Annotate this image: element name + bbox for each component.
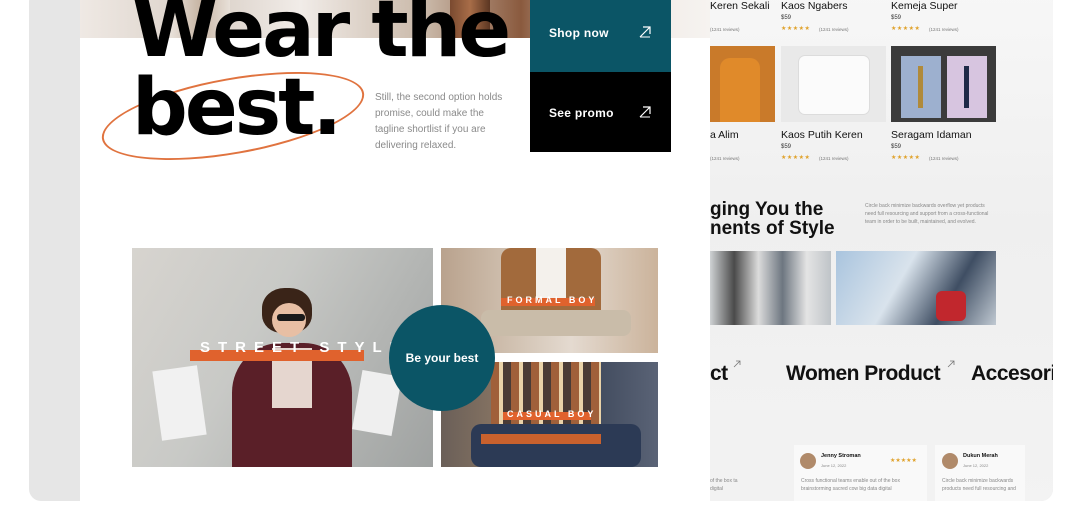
arrow-up-right-icon — [947, 360, 955, 368]
testimonial-stars: ★★★★★ — [890, 458, 917, 464]
style-section-description: Circle back minimize backwards overflow … — [865, 203, 989, 225]
product-reviews: (1241 reviews) — [819, 156, 849, 161]
product-reviews: (1241 reviews) — [929, 27, 959, 32]
shop-now-button[interactable]: Shop now — [530, 0, 671, 72]
hero-tagline: Still, the second option holds promise, … — [375, 92, 503, 151]
product-reviews: (1241 reviews) — [819, 27, 849, 32]
hero-card: Wear the best. Still, the second option … — [80, 0, 710, 501]
orange-stool — [481, 434, 601, 444]
see-promo-label: See promo — [549, 106, 614, 120]
model-sitting-photo[interactable] — [836, 251, 996, 325]
product-stars: ★★★★★ — [891, 155, 921, 161]
product-name[interactable]: Keren Sekali — [710, 0, 770, 12]
style-section-title-line2: nents of Style — [710, 218, 835, 239]
preview-frame: Wear the best. Still, the second option … — [29, 0, 1053, 501]
street-style-label: STREET STYLE — [200, 339, 408, 356]
product-name[interactable]: Kemeja Super — [891, 0, 958, 12]
product-name[interactable]: Kaos Ngabers — [781, 0, 848, 12]
category-accesori[interactable]: Accesori — [971, 362, 1053, 386]
avatar — [800, 453, 816, 469]
product-reviews: (1241 reviews) — [929, 156, 959, 161]
product-stars: ★★★★★ — [781, 155, 811, 161]
arrow-up-right-icon — [733, 360, 741, 368]
street-style-photo[interactable]: STREET STYLE — [132, 248, 433, 467]
arrow-up-right-icon — [639, 106, 651, 118]
testimonial-name: Jenny Stroman — [821, 453, 861, 459]
denim-jeans — [471, 424, 641, 467]
category-link[interactable]: ct — [710, 362, 728, 386]
testimonial-date: June 12, 2022 — [963, 463, 989, 468]
tee-shape — [799, 56, 869, 114]
product-reviews: (1241 reviews) — [710, 27, 740, 32]
product-image-shirts[interactable] — [891, 46, 996, 122]
product-name[interactable]: a Alim — [710, 129, 739, 141]
hero-headline-line1: Wear the — [132, 0, 511, 75]
testimonial-text: Cross functional teams enable out of the… — [801, 478, 900, 492]
product-reviews: (1241 reviews) — [710, 156, 740, 161]
arrow-up-right-icon — [639, 26, 651, 38]
testimonial-partial-text: of the box ta digital — [710, 478, 738, 492]
product-name[interactable]: Kaos Putih Keren — [781, 129, 863, 141]
avatar — [942, 453, 958, 469]
product-price: $59 — [891, 144, 902, 150]
hero-headline-line2: best. — [132, 63, 342, 153]
see-promo-button[interactable]: See promo — [530, 72, 671, 152]
testimonial-name: Dukun Merah — [963, 453, 998, 459]
shopping-bag — [152, 365, 207, 441]
sweater-shape — [720, 58, 760, 122]
sunglasses — [277, 314, 305, 321]
beige-trousers — [481, 310, 631, 336]
product-image-white-tee[interactable] — [781, 46, 886, 122]
product-preview-panel: Keren Sekali (1241 reviews) Kaos Ngabers… — [710, 0, 1053, 501]
style-section-title-line1: ging You the — [710, 199, 824, 220]
casual-boy-label: CASUAL BOY — [507, 409, 597, 419]
tie-shape — [964, 66, 969, 108]
page-stage: Wear the best. Still, the second option … — [0, 0, 1077, 531]
product-stars: ★★★★★ — [781, 26, 811, 32]
red-bag-shape — [936, 291, 966, 321]
tie-shape — [918, 66, 923, 108]
formal-boy-label: FORMAL BOY — [507, 295, 598, 305]
product-price: $59 — [891, 15, 902, 21]
product-image-orange-sweater[interactable] — [710, 46, 775, 122]
be-your-best-button[interactable]: Be your best — [389, 305, 495, 411]
product-price: $59 — [781, 15, 792, 21]
product-name[interactable]: Seragam Idaman — [891, 129, 972, 141]
testimonial-text: Circle back minimize backwards products … — [942, 478, 1016, 492]
plaid-shirt — [491, 362, 601, 432]
shop-now-label: Shop now — [549, 26, 609, 40]
product-stars: ★★★★★ — [891, 26, 921, 32]
testimonial-date: June 12, 2022 — [821, 463, 847, 468]
product-price: $59 — [781, 144, 792, 150]
clothing-rack-photo[interactable] — [710, 251, 831, 325]
category-women-product[interactable]: Women Product — [786, 362, 941, 386]
white-shirt — [536, 248, 566, 298]
